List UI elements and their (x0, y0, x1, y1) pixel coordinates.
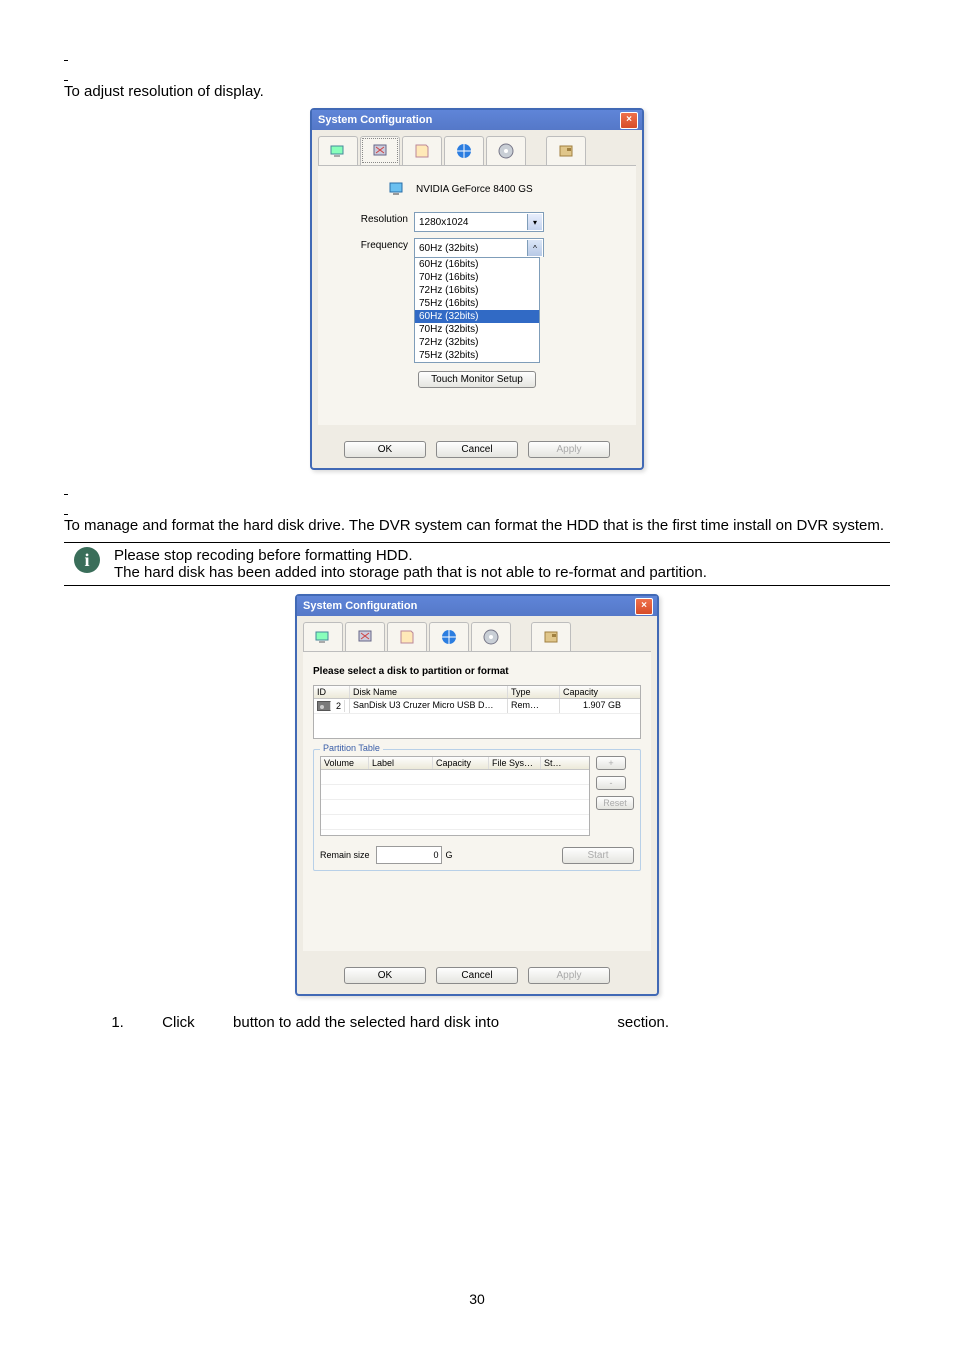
display-icon (371, 142, 389, 160)
ph-cap[interactable]: Capacity (433, 757, 489, 769)
dh-name[interactable]: Disk Name (350, 686, 508, 698)
disc-icon (497, 142, 515, 160)
resolution-label: Resolution (328, 212, 414, 225)
video-card-name: NVIDIA GeForce 8400 GS (416, 184, 533, 195)
frequency-label: Frequency (328, 238, 414, 251)
dh-type[interactable]: Type (508, 686, 560, 698)
add-partition-button[interactable]: + (596, 756, 626, 770)
resolution-value: 1280x1024 (419, 217, 469, 228)
chevron-down-icon[interactable]: ▾ (527, 214, 542, 230)
tab-3[interactable] (402, 136, 442, 165)
display-icon-2 (356, 628, 374, 646)
info-icon: i (74, 547, 100, 573)
frequency-dropdown[interactable]: 60Hz (16bits) 70Hz (16bits) 72Hz (16bits… (414, 257, 540, 363)
d-tab-3[interactable] (387, 622, 427, 651)
steps-list: Click button to add the selected hard di… (64, 1014, 890, 1031)
dh-id[interactable]: ID (314, 686, 350, 698)
drive-icon-2 (542, 628, 560, 646)
reset-button[interactable]: Reset (596, 796, 634, 810)
window-title-2: System Configuration (303, 600, 417, 612)
display-intro-text: To adjust resolution of display. (64, 83, 890, 100)
freq-opt-2[interactable]: 72Hz (16bits) (415, 284, 539, 297)
freq-opt-0[interactable]: 60Hz (16bits) (415, 258, 539, 271)
info-line-1: Please stop recoding before formatting H… (114, 547, 707, 564)
d-tab-6[interactable] (531, 622, 571, 651)
network-icon-2 (440, 628, 458, 646)
step-1: Click button to add the selected hard di… (128, 1014, 890, 1031)
tab-1[interactable] (318, 136, 358, 165)
disc-icon-2 (482, 628, 500, 646)
dh-cap[interactable]: Capacity (560, 686, 624, 698)
ph-st[interactable]: St… (541, 757, 571, 769)
freq-opt-6[interactable]: 72Hz (32bits) (415, 336, 539, 349)
tab-6[interactable] (546, 136, 586, 165)
ok-button-2[interactable]: OK (344, 967, 426, 984)
freq-opt-1[interactable]: 70Hz (16bits) (415, 271, 539, 284)
remain-size-unit: G (446, 850, 453, 860)
disk-row-cap: 1.907 GB (560, 699, 624, 713)
ok-button[interactable]: OK (344, 441, 426, 458)
partition-empty-row (321, 800, 589, 815)
disk-row-type: Rem… (508, 699, 560, 713)
partition-table-group: Partition Table Volume Label Capacity Fi… (313, 749, 641, 871)
drive-icon (557, 142, 575, 160)
resolution-select[interactable]: 1280x1024 ▾ (414, 212, 544, 232)
partition-empty-row (321, 815, 589, 830)
freq-opt-5[interactable]: 70Hz (32bits) (415, 323, 539, 336)
partition-empty-row (321, 770, 589, 785)
display-setup-heading (64, 60, 68, 81)
disk-row[interactable]: 2 SanDisk U3 Cruzer Micro USB D… Rem… 1.… (314, 699, 640, 714)
system-config-window-display: System Configuration × NVIDIA GeForce 84… (310, 108, 644, 470)
monitor-icon (329, 142, 347, 160)
chevron-down-icon-2[interactable]: ^ (527, 240, 542, 256)
freq-opt-7[interactable]: 75Hz (32bits) (415, 349, 539, 362)
freq-opt-4[interactable]: 60Hz (32bits) (415, 310, 539, 323)
info-line-2: The hard disk has been added into storag… (114, 564, 707, 581)
note-icon-2 (398, 628, 416, 646)
close-icon[interactable]: × (620, 112, 638, 129)
frequency-select[interactable]: 60Hz (32bits) ^ (414, 238, 544, 257)
remain-size-label: Remain size (320, 850, 370, 860)
frequency-value: 60Hz (32bits) (419, 243, 478, 254)
disk-list-table[interactable]: ID Disk Name Type Capacity 2 SanDisk U3 … (313, 685, 641, 739)
monitor-small-icon (388, 180, 406, 198)
tab-5[interactable] (486, 136, 526, 165)
d-tab-2[interactable] (345, 622, 385, 651)
remain-size-input[interactable] (376, 846, 442, 864)
apply-button-2[interactable]: Apply (528, 967, 610, 984)
disk-intro-text: To manage and format the hard disk drive… (64, 517, 890, 534)
ph-vol[interactable]: Volume (321, 757, 369, 769)
d-tab-5[interactable] (471, 622, 511, 651)
cancel-button[interactable]: Cancel (436, 441, 518, 458)
tab-4[interactable] (444, 136, 484, 165)
page-number: 30 (64, 1291, 890, 1307)
disk-management-heading (64, 494, 68, 515)
touch-monitor-setup-button[interactable]: Touch Monitor Setup (418, 371, 536, 388)
remove-partition-button[interactable]: - (596, 776, 626, 790)
hdd-icon (317, 701, 331, 711)
window-title: System Configuration (318, 114, 432, 126)
network-icon (455, 142, 473, 160)
partition-table-title: Partition Table (320, 743, 383, 753)
ph-fs[interactable]: File Sys… (489, 757, 541, 769)
freq-opt-3[interactable]: 75Hz (16bits) (415, 297, 539, 310)
d-tab-4[interactable] (429, 622, 469, 651)
ph-label[interactable]: Label (369, 757, 433, 769)
disk-row-name: SanDisk U3 Cruzer Micro USB D… (350, 699, 508, 713)
close-icon-2[interactable]: × (635, 598, 653, 615)
partition-empty-row (321, 785, 589, 800)
d-tab-1[interactable] (303, 622, 343, 651)
partition-table[interactable]: Volume Label Capacity File Sys… St… (320, 756, 590, 836)
monitor-icon-2 (314, 628, 332, 646)
info-note: i Please stop recoding before formatting… (64, 542, 890, 586)
system-config-window-disk: System Configuration × Please select a d… (295, 594, 659, 996)
note-icon (413, 142, 431, 160)
cancel-button-2[interactable]: Cancel (436, 967, 518, 984)
disk-heading: Please select a disk to partition or for… (313, 666, 641, 677)
tab-2-display[interactable] (360, 136, 400, 165)
apply-button[interactable]: Apply (528, 441, 610, 458)
start-button[interactable]: Start (562, 847, 634, 864)
